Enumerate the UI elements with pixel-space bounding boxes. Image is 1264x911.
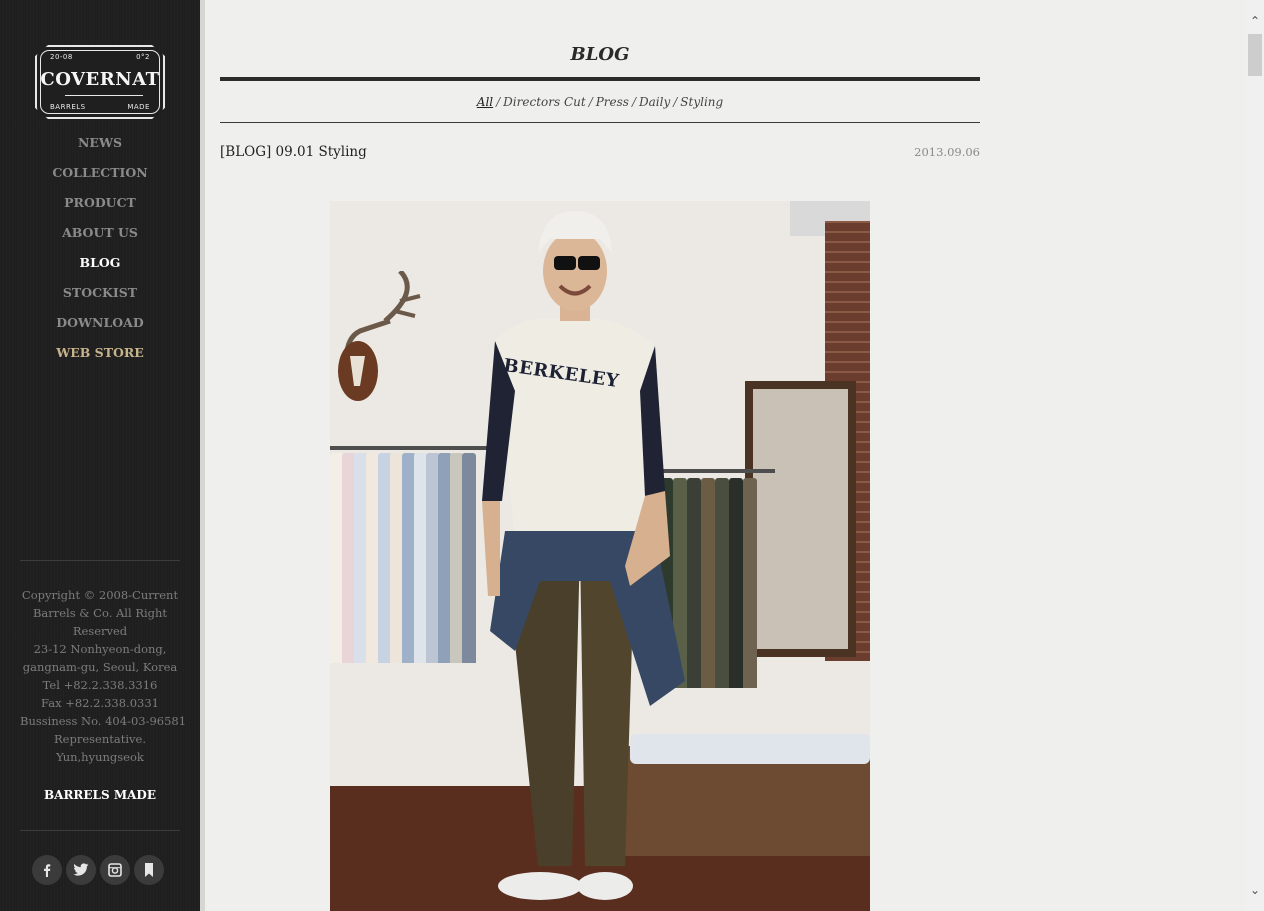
sidebar-edge	[200, 0, 205, 911]
footer-line: Tel +82.2.338.3316	[42, 678, 158, 692]
category-daily[interactable]: Daily	[639, 95, 670, 109]
bookmark-icon[interactable]	[134, 855, 164, 885]
nav-item-product[interactable]: PRODUCT	[0, 193, 200, 223]
nav-item-download[interactable]: DOWNLOAD	[0, 313, 200, 343]
nav-item-web-store[interactable]: WEB STORE	[0, 343, 200, 373]
logo-name: COVERNAT	[40, 69, 160, 90]
footer-line: Bussiness No. 404-03-96581	[20, 714, 187, 728]
post-title[interactable]: [BLOG] 09.01 Styling	[220, 144, 367, 160]
covernat-logo[interactable]: 20-08 0°2 COVERNAT BARRELS MADE	[35, 45, 165, 119]
category-all[interactable]: All	[477, 95, 493, 109]
logo-bottom-left: BARRELS	[50, 103, 86, 111]
nav-item-news[interactable]: NEWS	[0, 133, 200, 163]
logo-swash	[65, 95, 143, 96]
sidebar-divider-bottom	[20, 830, 180, 831]
photo-antler-mount	[338, 271, 421, 401]
facebook-icon[interactable]	[32, 855, 62, 885]
category-directors-cut[interactable]: Directors Cut	[503, 95, 586, 109]
footer-line: gangnam-gu, Seoul, Korea	[22, 660, 178, 674]
footer-info: Copyright © 2008-Current Barrels & Co. A…	[20, 586, 187, 766]
barrels-made-link[interactable]: BARRELS MADE	[0, 788, 200, 802]
logo-bottom-right: MADE	[127, 103, 150, 111]
footer-line: Fax +82.2.338.0331	[41, 696, 159, 710]
category-rule	[220, 122, 980, 123]
logo-year-right: 0°2	[136, 53, 150, 61]
instagram-icon[interactable]	[100, 855, 130, 885]
sidebar: 20-08 0°2 COVERNAT BARRELS MADE NEWS COL…	[0, 0, 200, 911]
twitter-icon[interactable]	[66, 855, 96, 885]
category-press[interactable]: Press	[596, 95, 629, 109]
footer-line: Yun,hyungseok	[56, 750, 144, 764]
sidebar-divider-top	[20, 560, 180, 561]
footer-line: Copyright © 2008-Current	[21, 588, 179, 602]
scrollbar-thumb[interactable]	[1248, 34, 1262, 76]
scroll-up-icon[interactable]: ⌃	[1246, 12, 1264, 30]
nav-item-blog[interactable]: BLOG	[0, 253, 200, 283]
category-filter: All / Directors Cut / Press / Daily / Styling	[476, 95, 724, 109]
footer-line: Reserved	[72, 624, 128, 638]
footer-line: Barrels & Co. All Right	[32, 606, 168, 620]
logo-year-left: 20-08	[50, 53, 73, 61]
post-photo: BERKELEY	[330, 201, 870, 911]
footer-line: 23-12 Nonhyeon-dong,	[33, 642, 167, 656]
nav-item-collection[interactable]: COLLECTION	[0, 163, 200, 193]
nav-item-about-us[interactable]: ABOUT US	[0, 223, 200, 253]
main-nav: NEWS COLLECTION PRODUCT ABOUT US BLOG ST…	[0, 133, 200, 373]
category-styling[interactable]: Styling	[680, 95, 723, 109]
photo-model	[482, 211, 685, 900]
scrollbar[interactable]: ⌃ ⌄	[1246, 0, 1264, 911]
page-title: BLOG	[570, 44, 630, 65]
social-links	[32, 855, 164, 885]
footer-line: Representative.	[54, 732, 146, 746]
nav-item-stockist[interactable]: STOCKIST	[0, 283, 200, 313]
post-date: 2013.09.06	[914, 145, 980, 159]
photo-rack-left	[330, 441, 480, 663]
title-rule	[220, 77, 980, 81]
scroll-down-icon[interactable]: ⌄	[1246, 881, 1264, 899]
